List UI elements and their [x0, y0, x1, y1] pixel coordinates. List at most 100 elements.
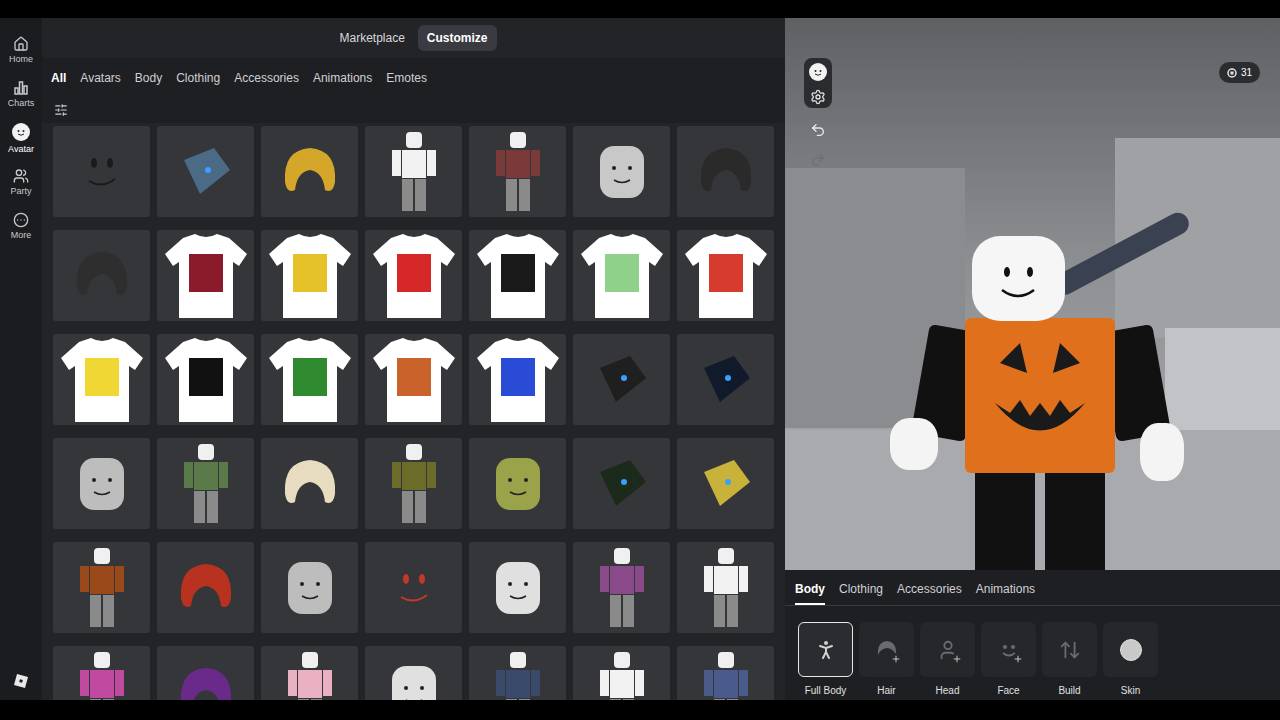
tshirt-thumb-icon [57, 336, 147, 424]
filter-icon[interactable] [54, 103, 68, 117]
item-tile[interactable] [677, 542, 774, 633]
editor-tab[interactable]: Body [795, 580, 825, 605]
item-tile[interactable] [365, 334, 462, 425]
category-tab[interactable]: Emotes [386, 69, 427, 87]
avatar-icon [808, 62, 828, 82]
item-tile[interactable] [365, 126, 462, 217]
body-part[interactable]: Face [981, 622, 1036, 698]
item-tile[interactable] [573, 646, 670, 700]
avatar-figure[interactable] [885, 218, 1205, 570]
item-tile[interactable] [261, 646, 358, 700]
item-tile[interactable] [157, 126, 254, 217]
header-tab[interactable]: Marketplace [330, 25, 413, 51]
figure-thumb-icon [493, 130, 543, 214]
category-tab[interactable]: Animations [313, 69, 372, 87]
item-tile[interactable] [53, 438, 150, 529]
body-part[interactable]: Hair [859, 622, 914, 698]
body-part[interactable]: Build [1042, 622, 1097, 698]
item-tile[interactable] [469, 438, 566, 529]
item-tile[interactable] [53, 334, 150, 425]
item-tile[interactable] [261, 542, 358, 633]
item-tile[interactable] [261, 334, 358, 425]
item-tile[interactable] [573, 126, 670, 217]
item-tile[interactable] [53, 126, 150, 217]
undo-icon[interactable] [810, 122, 826, 138]
item-tile[interactable] [677, 230, 774, 321]
header-tab[interactable]: Customize [418, 25, 497, 51]
item-tile[interactable] [53, 542, 150, 633]
tshirt-thumb-icon [265, 232, 355, 320]
item-tile[interactable] [365, 438, 462, 529]
body-part[interactable]: Full Body [798, 622, 853, 698]
viewport-toolbar [804, 58, 832, 168]
body-part[interactable]: Head [920, 622, 975, 698]
item-tile[interactable] [573, 230, 670, 321]
category-tab[interactable]: Body [135, 69, 162, 87]
figure-thumb-icon [181, 442, 231, 526]
category-tab[interactable]: All [51, 69, 66, 87]
item-tile[interactable] [469, 230, 566, 321]
nav-item[interactable]: More [0, 204, 42, 248]
redo-icon[interactable] [810, 152, 826, 168]
item-tile[interactable] [261, 438, 358, 529]
item-tile[interactable] [157, 230, 254, 321]
top-letterbox [0, 0, 1280, 18]
item-tile[interactable] [677, 438, 774, 529]
item-tile[interactable] [157, 438, 254, 529]
item-tile[interactable] [469, 646, 566, 700]
editor-tab[interactable]: Accessories [897, 580, 962, 605]
nav-item[interactable]: Party [0, 160, 42, 204]
item-tile[interactable] [469, 542, 566, 633]
item-tile[interactable] [53, 230, 150, 321]
item-tile[interactable] [365, 230, 462, 321]
item-tile[interactable] [573, 334, 670, 425]
home-icon [13, 36, 29, 52]
nav-item[interactable]: Avatar [0, 116, 42, 160]
head-thumb-icon [280, 556, 340, 620]
item-tile[interactable] [573, 438, 670, 529]
item-tile[interactable] [157, 646, 254, 700]
catalog-panel: MarketplaceCustomize All Avatars Body Clothi… [42, 18, 785, 700]
editor-tab[interactable]: Clothing [839, 580, 883, 605]
header-tabs: MarketplaceCustomize [42, 18, 785, 58]
more-icon [13, 212, 29, 228]
item-tile[interactable] [53, 646, 150, 700]
bottom-letterbox [0, 700, 1280, 720]
plus-icon [952, 654, 962, 664]
body-part[interactable]: Skin [1103, 622, 1158, 698]
category-tab[interactable]: Accessories [234, 69, 299, 87]
item-tile[interactable] [677, 646, 774, 700]
hair-thumb-icon [171, 558, 241, 618]
nav-item[interactable]: Home [0, 28, 42, 72]
nav-item[interactable]: Charts [0, 72, 42, 116]
face-thumb-icon [389, 563, 439, 613]
avatar-view-button[interactable] [807, 61, 829, 83]
settings-icon[interactable] [810, 89, 826, 105]
avatar-viewport[interactable]: 31 [785, 18, 1280, 570]
item-tile[interactable] [157, 542, 254, 633]
figure-thumb-icon [77, 650, 127, 701]
item-tile[interactable] [261, 126, 358, 217]
item-tile[interactable] [469, 126, 566, 217]
tshirt-thumb-icon [369, 232, 459, 320]
left-hand [890, 418, 938, 470]
tshirt-thumb-icon [265, 336, 355, 424]
robux-badge[interactable]: 31 [1219, 62, 1260, 83]
item-tile[interactable] [677, 126, 774, 217]
head-thumb-icon [592, 140, 652, 204]
figure-thumb-icon [389, 130, 439, 214]
category-tab[interactable]: Clothing [176, 69, 220, 87]
editor-tab[interactable]: Animations [976, 580, 1035, 605]
item-tile[interactable] [469, 334, 566, 425]
item-tile[interactable] [677, 334, 774, 425]
item-tile[interactable] [365, 646, 462, 700]
item-tile[interactable] [157, 334, 254, 425]
item-tile[interactable] [261, 230, 358, 321]
category-tabs: All Avatars Body Clothing Accessories Animati… [42, 58, 785, 97]
item-tile[interactable] [365, 542, 462, 633]
roblox-logo-icon[interactable] [14, 674, 28, 688]
category-tab[interactable]: Avatars [80, 69, 120, 87]
item-tile[interactable] [573, 542, 670, 633]
main: HomeChartsAvatarPartyMore MarketplaceCust… [0, 18, 1280, 700]
torso [965, 318, 1115, 473]
